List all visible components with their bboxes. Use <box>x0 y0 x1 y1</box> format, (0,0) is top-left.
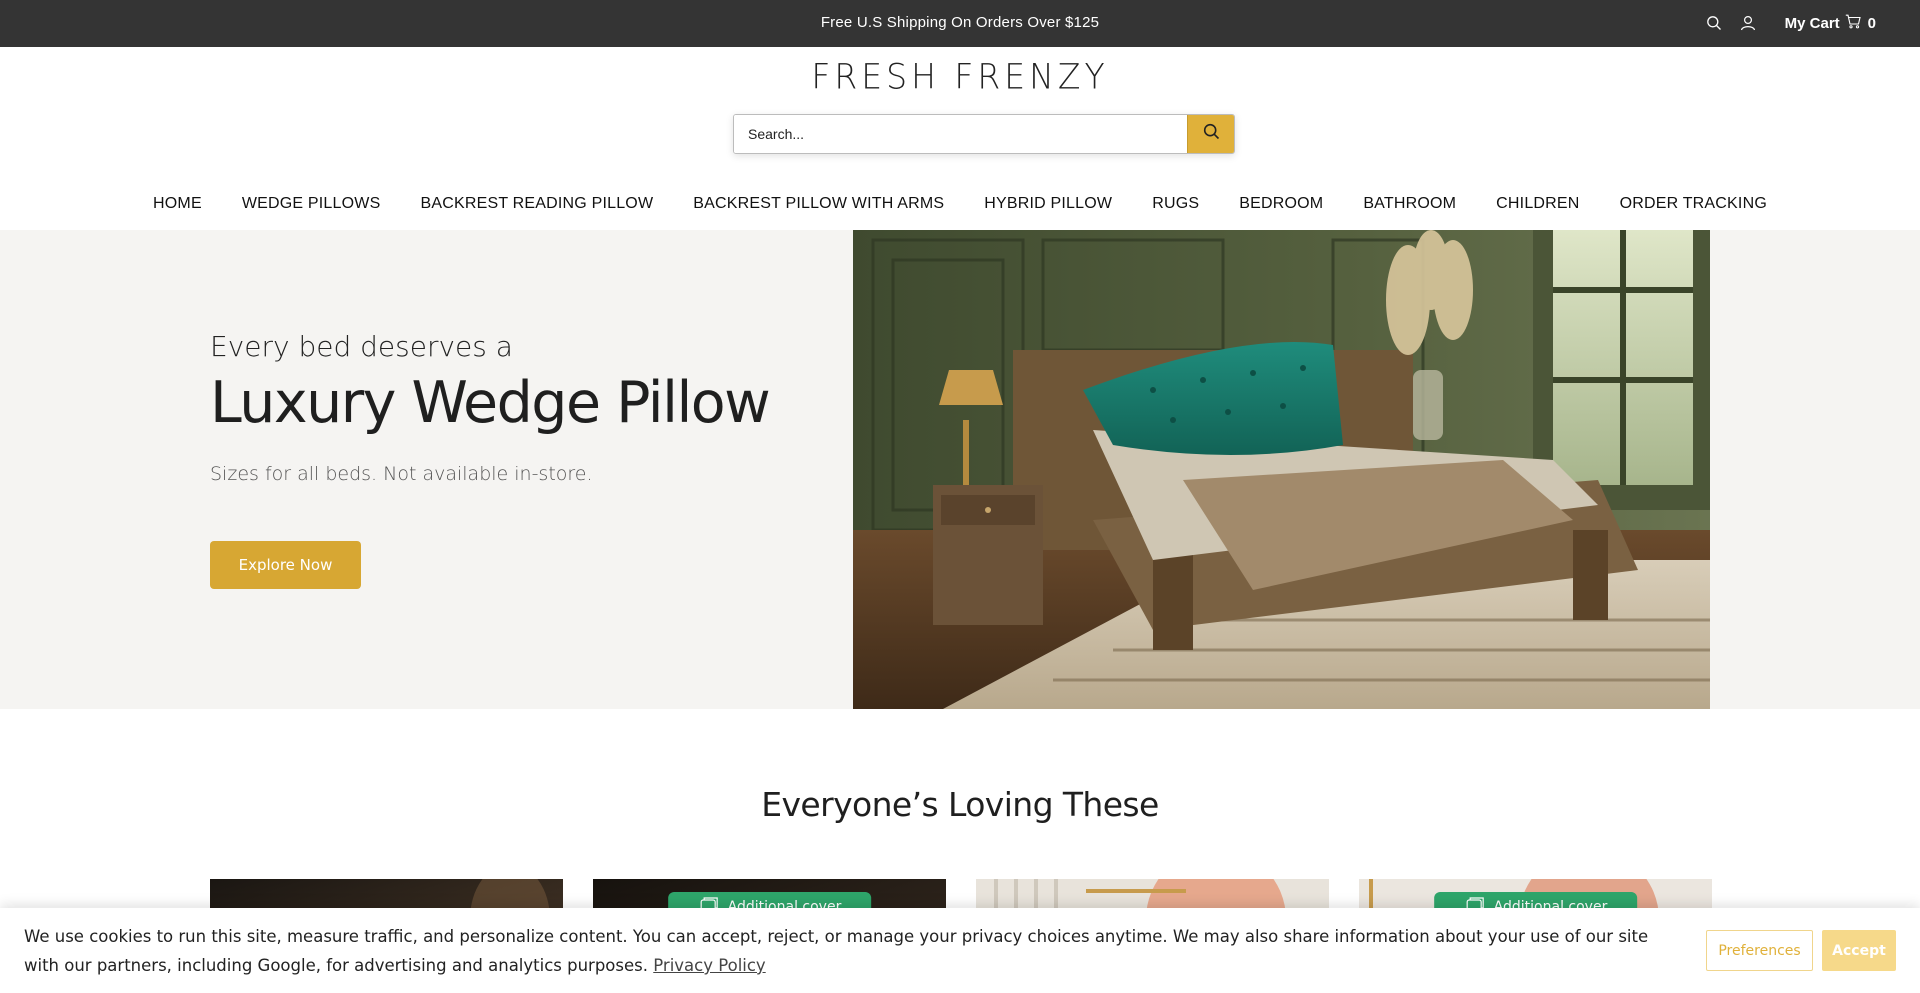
nav-item-rugs[interactable]: RUGS <box>1132 195 1219 213</box>
header-tools: My Cart 0 <box>1703 12 1876 34</box>
search-icon <box>1203 123 1220 145</box>
hero-image-bedroom[interactable] <box>853 230 1710 709</box>
section-title: Everyone’s Loving These <box>761 785 1159 824</box>
nav-item-home[interactable]: HOME <box>133 195 222 213</box>
explore-now-button[interactable]: Explore Now <box>210 541 361 589</box>
cookie-message-text: We use cookies to run this site, measure… <box>24 927 1649 975</box>
site-header: FRESH FRENZY HOME WEDGE PILLOWS BACKREST… <box>0 47 1920 230</box>
user-icon[interactable] <box>1737 12 1759 34</box>
cart-count: 0 <box>1867 14 1876 32</box>
cookie-preferences-button[interactable]: Preferences <box>1706 930 1813 971</box>
nav-item-bathroom[interactable]: BATHROOM <box>1343 195 1476 213</box>
announcement-text: Free U.S Shipping On Orders Over $125 <box>820 14 1100 31</box>
cart-button[interactable]: My Cart 0 <box>1785 14 1876 33</box>
cookie-accept-button[interactable]: Accept <box>1822 930 1896 971</box>
hero-headline: Luxury Wedge Pillow <box>210 370 771 436</box>
announcement-bar: Free U.S Shipping On Orders Over $125 My… <box>0 0 1920 47</box>
nav-item-backrest-reading-pillow[interactable]: BACKREST READING PILLOW <box>400 195 673 213</box>
nav-item-wedge-pillows[interactable]: WEDGE PILLOWS <box>222 195 401 213</box>
cart-icon <box>1845 14 1861 33</box>
nav-item-children[interactable]: CHILDREN <box>1476 195 1599 213</box>
privacy-policy-link[interactable]: Privacy Policy <box>653 956 765 975</box>
nav-item-backrest-pillow-with-arms[interactable]: BACKREST PILLOW WITH ARMS <box>673 195 964 213</box>
site-logo[interactable]: FRESH FRENZY <box>0 56 1920 97</box>
main-nav: HOME WEDGE PILLOWS BACKREST READING PILL… <box>0 195 1920 213</box>
search-icon[interactable] <box>1703 12 1725 34</box>
hero-eyebrow: Every bed deserves a <box>210 330 513 363</box>
cookie-banner: We use cookies to run this site, measure… <box>0 908 1920 993</box>
nav-item-bedroom[interactable]: BEDROOM <box>1219 195 1343 213</box>
nav-item-hybrid-pillow[interactable]: HYBRID PILLOW <box>964 195 1132 213</box>
nav-item-order-tracking[interactable]: ORDER TRACKING <box>1600 195 1787 213</box>
search-submit-button[interactable] <box>1187 115 1234 153</box>
search-input[interactable] <box>734 115 1187 153</box>
hero-subtitle: Sizes for all beds. Not available in-sto… <box>210 463 593 485</box>
search-bar <box>733 114 1235 154</box>
hero-banner: Every bed deserves a Luxury Wedge Pillow… <box>0 230 1920 709</box>
cart-label: My Cart <box>1784 14 1840 32</box>
cookie-message: We use cookies to run this site, measure… <box>24 922 1664 980</box>
